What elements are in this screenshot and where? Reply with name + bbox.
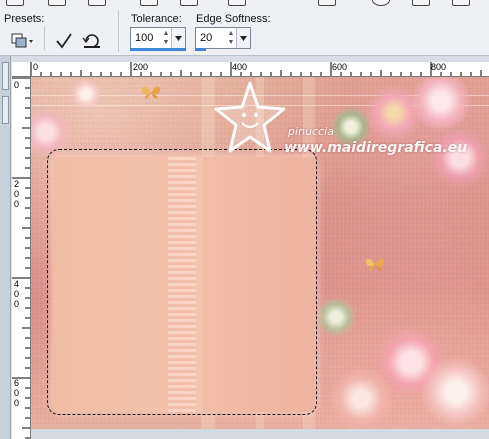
tolerance-value: 100 bbox=[135, 32, 154, 44]
horizontal-ruler: 0 200 400 600 800 bbox=[12, 62, 489, 77]
ruler-label: 4 bbox=[13, 279, 19, 289]
tolerance-field[interactable]: 100 ▲ ▼ bbox=[130, 27, 186, 51]
ruler-label: 200 bbox=[133, 62, 149, 72]
top-toolbar-remnant bbox=[0, 0, 489, 6]
toolbar-icon[interactable] bbox=[412, 0, 430, 6]
flower-decoration bbox=[329, 367, 393, 429]
spin-up-icon[interactable]: ▲ bbox=[226, 29, 236, 38]
toolbar-icon[interactable] bbox=[48, 0, 66, 6]
tolerance-level-bar bbox=[130, 48, 186, 51]
canvas-bottom-edge bbox=[31, 429, 489, 439]
presets-icon bbox=[11, 33, 33, 48]
flower-decoration bbox=[421, 357, 489, 427]
toolbar-icon[interactable] bbox=[88, 0, 106, 6]
edge-softness-value: 20 bbox=[200, 32, 213, 44]
horizontal-ruler-ticks bbox=[30, 62, 482, 76]
image-canvas[interactable]: pinuccia www.maidiregrafica.eu bbox=[31, 77, 489, 429]
toolbar-icon[interactable] bbox=[372, 0, 390, 6]
ruler-label: 0 bbox=[13, 189, 19, 199]
separator bbox=[44, 26, 45, 50]
ruler-label: 0 bbox=[13, 299, 19, 309]
toolbar-icon[interactable] bbox=[318, 0, 336, 6]
leaf-decoration bbox=[316, 297, 356, 337]
reset-button[interactable] bbox=[78, 28, 106, 54]
ruler-label: 0 bbox=[13, 80, 19, 90]
ruler-label: 2 bbox=[13, 179, 19, 189]
tool-palette-edge bbox=[0, 56, 11, 439]
chevron-down-icon bbox=[175, 35, 182, 41]
separator bbox=[118, 10, 119, 52]
toolbar-icon[interactable] bbox=[6, 0, 24, 6]
apply-check-icon bbox=[56, 33, 72, 49]
ruler-label: 400 bbox=[232, 62, 248, 72]
ruler-label: 0 bbox=[13, 398, 19, 408]
butterfly-icon bbox=[365, 258, 385, 271]
ruler-corner bbox=[12, 62, 31, 77]
palette-handle[interactable] bbox=[2, 62, 9, 90]
watermark-name: pinuccia bbox=[288, 125, 334, 138]
toolbar-icon[interactable] bbox=[140, 0, 158, 6]
presets-label: Presets: bbox=[4, 13, 45, 25]
ruler-label: 0 bbox=[33, 62, 39, 72]
apply-button[interactable] bbox=[50, 28, 78, 54]
vertical-ruler: 0 2 0 0 4 0 0 6 0 0 bbox=[12, 76, 31, 439]
spin-down-icon[interactable]: ▼ bbox=[226, 38, 236, 47]
butterfly-icon bbox=[141, 86, 161, 99]
toolbar-icon[interactable] bbox=[452, 0, 470, 6]
selection-marquee[interactable] bbox=[47, 149, 317, 415]
chevron-down-icon bbox=[240, 35, 247, 41]
watermark-star-logo bbox=[214, 81, 286, 153]
presets-dropdown-button[interactable] bbox=[8, 28, 36, 54]
spin-down-icon[interactable]: ▼ bbox=[161, 38, 171, 47]
flower-decoration bbox=[431, 129, 489, 187]
tool-options-bar: Presets: Tolerance: 100 ▲ ▼ Edge Softnes… bbox=[0, 0, 489, 56]
ruler-label: 0 bbox=[13, 199, 19, 209]
edge-softness-level-bar bbox=[195, 48, 206, 51]
toolbar-icon[interactable] bbox=[180, 0, 198, 6]
tolerance-label: Tolerance: bbox=[131, 13, 182, 25]
ruler-label: 800 bbox=[431, 62, 447, 72]
ruler-label: 600 bbox=[332, 62, 348, 72]
edge-softness-label: Edge Softness: bbox=[196, 13, 271, 25]
toolbar-icon[interactable] bbox=[228, 0, 246, 6]
ruler-label: 0 bbox=[13, 289, 19, 299]
edge-softness-dropdown-button[interactable] bbox=[236, 28, 250, 48]
ruler-label: 6 bbox=[13, 378, 19, 388]
ruler-label: 0 bbox=[13, 388, 19, 398]
edge-softness-field[interactable]: 20 ▲ ▼ bbox=[195, 27, 251, 51]
edge-softness-spinner[interactable]: ▲ ▼ bbox=[226, 29, 236, 47]
reset-icon bbox=[82, 34, 100, 48]
tolerance-spinner[interactable]: ▲ ▼ bbox=[161, 29, 171, 47]
tolerance-dropdown-button[interactable] bbox=[171, 28, 185, 48]
spin-up-icon[interactable]: ▲ bbox=[161, 29, 171, 38]
watermark-url: www.maidiregrafica.eu bbox=[284, 140, 468, 156]
palette-handle[interactable] bbox=[2, 96, 9, 124]
flower-decoration bbox=[71, 79, 101, 109]
